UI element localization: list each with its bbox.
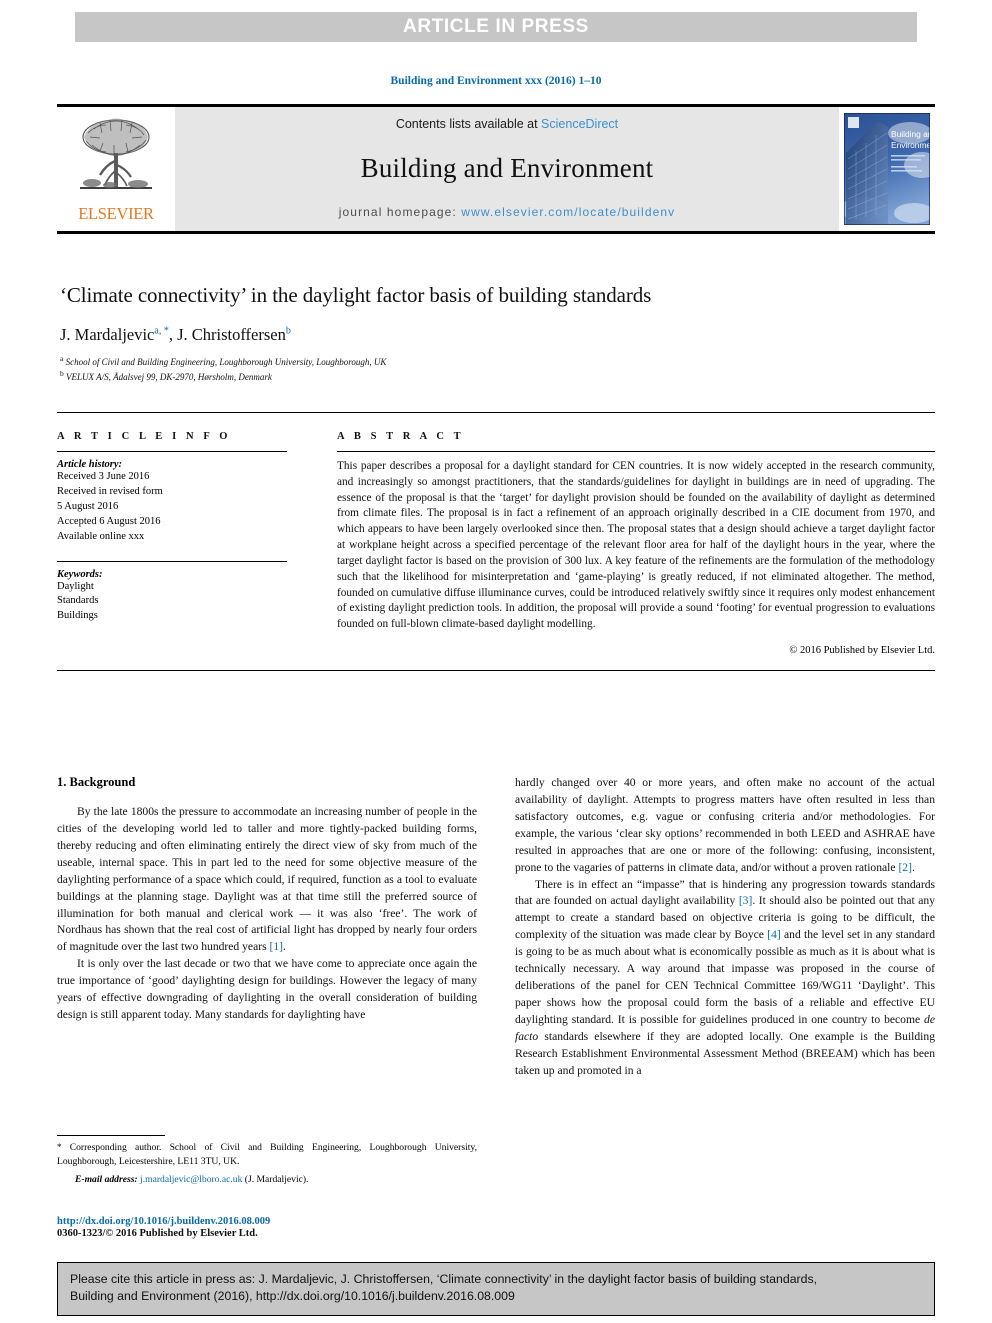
contents-lists-line: Contents lists available at ScienceDirec… <box>396 117 618 131</box>
elsevier-wordmark: ELSEVIER <box>78 204 154 223</box>
sciencedirect-link[interactable]: ScienceDirect <box>541 117 618 131</box>
journal-homepage-line: journal homepage: www.elsevier.com/locat… <box>339 205 676 219</box>
article-history-revised-date: 5 August 2016 <box>57 500 119 512</box>
section-1-heading: 1. Background <box>57 775 136 789</box>
left-paragraph-2: It is only over the last decade or two t… <box>57 957 477 1022</box>
corresponding-author-note: * Corresponding author. School of Civil … <box>57 1141 477 1169</box>
masthead-center: Contents lists available at ScienceDirec… <box>175 107 839 231</box>
affiliation-a-text: School of Civil and Building Engineering… <box>63 357 387 367</box>
please-cite-box: Please cite this article in press as: J.… <box>57 1262 935 1316</box>
please-cite-line-1: Please cite this article in press as: J.… <box>70 1272 818 1286</box>
keywords-label: Keywords: <box>57 568 103 580</box>
body-right-column: hardly changed over 40 or more years, an… <box>515 775 935 1080</box>
article-info-heading: A R T I C L E I N F O <box>57 431 232 442</box>
affiliation-list: a School of Civil and Building Engineeri… <box>60 354 936 384</box>
svg-text:Environment: Environment <box>891 140 930 150</box>
article-info-column: A R T I C L E I N F O Article history: R… <box>57 431 307 656</box>
abstract-heading: A B S T R A C T <box>337 431 465 442</box>
abstract-column: A B S T R A C T This paper describes a p… <box>307 431 935 656</box>
affiliation-a: a School of Civil and Building Engineeri… <box>60 354 936 369</box>
keywords-divider <box>57 560 287 562</box>
abstract-body: This paper describes a proposal for a da… <box>337 460 935 631</box>
journal-masthead: ELSEVIER Contents lists available at Sci… <box>57 104 935 234</box>
body-left-column: 1. Background By the late 1800s the pres… <box>57 775 477 1080</box>
author-1-name: J. Mardaljevic <box>60 325 155 344</box>
keyword-item-daylight: Daylight <box>57 580 94 592</box>
citation-2-link[interactable]: [2] <box>898 861 912 874</box>
keyword-item-buildings: Buildings <box>57 610 98 622</box>
article-in-press-banner: ARTICLE IN PRESS <box>75 12 917 42</box>
article-in-press-label: ARTICLE IN PRESS <box>403 16 589 37</box>
article-history-accepted: Accepted 6 August 2016 <box>57 515 161 527</box>
article-history-received: Received 3 June 2016 <box>57 471 150 482</box>
left-paragraph-1-text: By the late 1800s the pressure to accomm… <box>57 805 477 954</box>
affiliation-b-text: VELUX A/S, Ådalsvej 99, DK-2970, Hørshol… <box>63 372 272 383</box>
doi-link[interactable]: http://dx.doi.org/10.1016/j.buildenv.201… <box>57 1216 557 1227</box>
please-cite-line-2: Building and Environment (2016), http://… <box>70 1289 515 1304</box>
left-paragraph-1-tail: . <box>283 940 286 954</box>
left-paragraph-1: By the late 1800s the pressure to accomm… <box>57 804 477 956</box>
journal-cover-thumbnail: Building and Environment <box>839 107 935 231</box>
journal-title: Building and Environment <box>360 152 654 183</box>
author-2-name: , J. Christoffersen <box>168 325 286 344</box>
elsevier-tree-icon <box>80 118 152 189</box>
footnote-divider <box>57 1135 165 1136</box>
journal-homepage-link[interactable]: www.elsevier.com/locate/buildenv <box>461 205 675 219</box>
email-address-owner: (J. Mardaljevic). <box>242 1173 309 1185</box>
right-paragraph-2-text-c: and the level set in any standard is goi… <box>515 928 935 1026</box>
main-body: 1. Background By the late 1800s the pres… <box>57 775 935 1080</box>
doi-block: http://dx.doi.org/10.1016/j.buildenv.201… <box>57 1216 557 1239</box>
article-history-online: Available online xxx <box>57 530 145 542</box>
issn-copyright-line: 0360-1323/© 2016 Published by Elsevier L… <box>57 1228 258 1239</box>
svg-text:Building and: Building and <box>891 129 930 139</box>
right-paragraph-2: There is in effect an “impasse” that is … <box>515 877 935 1080</box>
page-title: ‘Climate connectivity’ in the daylight f… <box>60 283 652 307</box>
email-address-line: E-mail address: j.mardaljevic@lboro.ac.u… <box>57 1174 477 1185</box>
contents-lists-prefix: Contents lists available at <box>395 117 542 131</box>
article-history-revised-label: Received in revised form <box>57 485 163 497</box>
author-2-affiliation-marker[interactable]: b <box>286 326 291 337</box>
keyword-item-standards: Standards <box>57 595 99 607</box>
elsevier-logo: ELSEVIER <box>57 107 175 231</box>
right-paragraph-1-tail: . <box>911 860 915 874</box>
article-info-abstract-section: A R T I C L E I N F O Article history: R… <box>57 412 935 671</box>
right-paragraph-1: hardly changed over 40 or more years, an… <box>515 775 935 877</box>
citation-1-link[interactable]: [1] <box>270 940 284 953</box>
abstract-copyright: © 2016 Published by Elsevier Ltd. <box>789 644 935 656</box>
affiliation-b: b VELUX A/S, Ådalsvej 99, DK-2970, Hørsh… <box>60 369 936 384</box>
journal-homepage-prefix: journal homepage: <box>338 205 462 219</box>
abstract-divider <box>337 451 935 452</box>
email-address-label: E-mail address: <box>75 1173 138 1185</box>
journal-reference-line: Building and Environment xxx (2016) 1–10 <box>390 75 602 87</box>
corresponding-author-text: Corresponding author. School of Civil an… <box>57 1142 477 1167</box>
citation-4-link[interactable]: [4] <box>767 928 781 941</box>
author-1-affiliation-marker[interactable]: a, * <box>154 326 168 337</box>
keywords-block: Keywords: Daylight Standards Buildings <box>57 560 287 625</box>
footnote-block: * Corresponding author. School of Civil … <box>57 1135 477 1185</box>
citation-3-link[interactable]: [3] <box>739 894 753 907</box>
article-history-label: Article history: <box>57 459 123 470</box>
email-address-link[interactable]: j.mardaljevic@lboro.ac.uk <box>140 1174 242 1185</box>
right-paragraph-2-text-d: standards elsewhere if they are adopted … <box>515 1029 935 1077</box>
journal-cover-image: Building and Environment <box>844 113 930 225</box>
article-info-divider <box>57 451 287 452</box>
right-paragraph-1-text: hardly changed over 40 or more years, an… <box>515 776 935 874</box>
author-list: J. Mardaljevica, *, J. Christoffersenb <box>60 325 936 345</box>
